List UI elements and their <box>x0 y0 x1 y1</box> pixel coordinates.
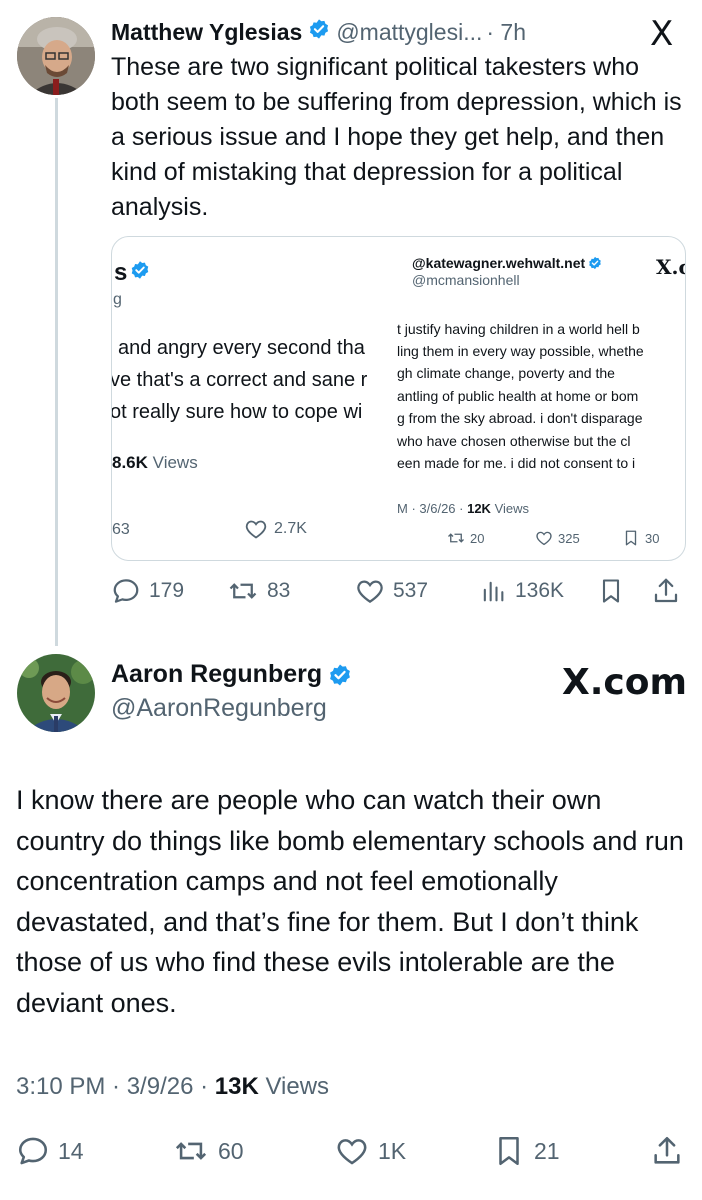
avatar-aaron-regunberg[interactable] <box>17 654 95 732</box>
tweet1-handle[interactable]: @mattyglesi... <box>336 19 482 46</box>
reply-icon <box>113 579 139 603</box>
right-text-line: g from the sky abroad. i don't disparage <box>397 410 643 426</box>
heart-icon <box>536 531 552 546</box>
right-author-name: @katewagner.wehwalt.net <box>412 255 602 271</box>
heart-icon <box>357 580 383 603</box>
heart-icon <box>245 520 267 539</box>
repost-icon <box>229 583 257 599</box>
verified-badge-icon <box>589 256 601 270</box>
verified-badge-icon <box>328 663 352 687</box>
reply-count: 179 <box>149 579 185 602</box>
embedded-screenshot-right: @katewagner.wehwalt.net @mcmansionhell X… <box>397 237 685 560</box>
right-x-logo-icon: X.c <box>656 255 685 279</box>
tweet1-text: These are two significant political take… <box>111 53 682 221</box>
left-views-count: 8.6K <box>112 453 148 472</box>
tweet2-timestamp[interactable]: 3:10 PM · 3/9/26 · <box>16 1073 208 1100</box>
left-text-line: and angry every second tha <box>118 337 365 359</box>
repost-count: 83 <box>267 579 291 602</box>
left-text-line: ve that's a correct and sane r <box>112 369 368 391</box>
embedded-image[interactable]: s g and angry every second tha ve that's… <box>111 236 686 561</box>
right-repost-action: 20 <box>447 529 484 547</box>
share-icon <box>654 1136 680 1164</box>
repost-button[interactable]: 83 <box>227 576 290 606</box>
bookmark-icon <box>602 579 620 603</box>
reply-icon <box>18 1137 48 1165</box>
tweet2-meta: 3:10 PM · 3/9/26 · 13K Views <box>16 1073 329 1101</box>
left-views-label: Views <box>152 453 198 472</box>
heart-icon <box>337 1139 367 1165</box>
share-icon <box>654 578 678 603</box>
avatar-matthew-yglesias[interactable] <box>17 17 95 95</box>
repost-count: 60 <box>218 1137 244 1164</box>
share-button[interactable] <box>651 576 689 606</box>
tweet2-views-count: 13K <box>214 1073 259 1100</box>
bookmark-icon <box>499 1136 519 1166</box>
analytics-icon <box>483 581 504 602</box>
reply-button[interactable]: 179 <box>111 576 184 606</box>
left-like-action: 2.7K <box>244 517 307 541</box>
right-meta: M · 3/6/26 · 12K Views <box>397 501 530 516</box>
bookmark-icon <box>625 530 637 546</box>
reply-button[interactable]: 14 <box>16 1134 84 1168</box>
right-like-action: 325 <box>535 529 580 547</box>
bookmark-button[interactable]: 21 <box>492 1134 560 1168</box>
right-views-label: Views <box>494 501 530 516</box>
left-text-line: ot really sure how to cope wi <box>112 401 363 423</box>
like-button[interactable]: 537 <box>355 576 428 606</box>
views-count: 136K <box>515 579 565 602</box>
tweet1-timestamp[interactable]: · 7h <box>486 19 526 46</box>
right-text-line: een made for me. i did not consent to i <box>397 455 636 471</box>
tweet1-action-bar: 179 83 537 136K <box>111 572 686 612</box>
like-button[interactable]: 1K <box>334 1134 406 1168</box>
share-button[interactable] <box>650 1134 692 1168</box>
tweet1-author-name[interactable]: Matthew Yglesias <box>111 19 302 46</box>
repost-icon <box>175 1142 207 1160</box>
right-text-line: antling of public health at home or bom <box>397 388 639 404</box>
x-logo-icon: X <box>650 14 674 54</box>
left-like-count: 2.7K <box>274 520 307 537</box>
right-text-line: t justify having children in a world hel… <box>397 321 640 337</box>
tweet2-views-label: Views <box>265 1073 330 1100</box>
tweet2-text: I know there are people who can watch th… <box>16 785 684 1018</box>
left-handle-fragment: g <box>113 291 122 308</box>
right-text-line: who have chosen otherwise but the cl <box>397 433 631 449</box>
tweet2-action-bar: 14 60 1K 21 <box>0 1132 702 1172</box>
tweet1-header: Matthew Yglesias @mattyglesi... · 7h <box>111 14 526 50</box>
embedded-screenshot-left: s g and angry every second tha ve that's… <box>112 237 397 560</box>
right-text-line: ling them in every way possible, whethe <box>397 343 644 359</box>
left-reply-count: 63 <box>112 521 130 538</box>
bookmark-count: 21 <box>534 1137 560 1164</box>
like-count: 1K <box>378 1137 407 1164</box>
bookmark-button[interactable] <box>597 576 633 606</box>
x-com-logo: X.com <box>562 662 688 703</box>
like-count: 537 <box>393 579 429 602</box>
tweet2-author-name[interactable]: Aaron Regunberg <box>111 660 352 689</box>
right-views-count: 12K <box>467 501 491 516</box>
right-handle: @mcmansionhell <box>412 272 520 288</box>
tweet2-handle[interactable]: @AaronRegunberg <box>111 694 327 723</box>
right-text-line: gh climate change, poverty and the <box>397 365 615 381</box>
verified-badge-icon <box>308 18 330 46</box>
reply-count: 14 <box>58 1137 84 1164</box>
repost-icon <box>448 533 464 543</box>
left-author-fragment: s <box>114 259 128 286</box>
verified-badge-icon <box>130 259 150 287</box>
views-button[interactable]: 136K <box>479 576 564 606</box>
thread-connector <box>55 98 58 646</box>
repost-button[interactable]: 60 <box>172 1134 244 1168</box>
right-bookmark-action: 30 <box>622 529 659 547</box>
